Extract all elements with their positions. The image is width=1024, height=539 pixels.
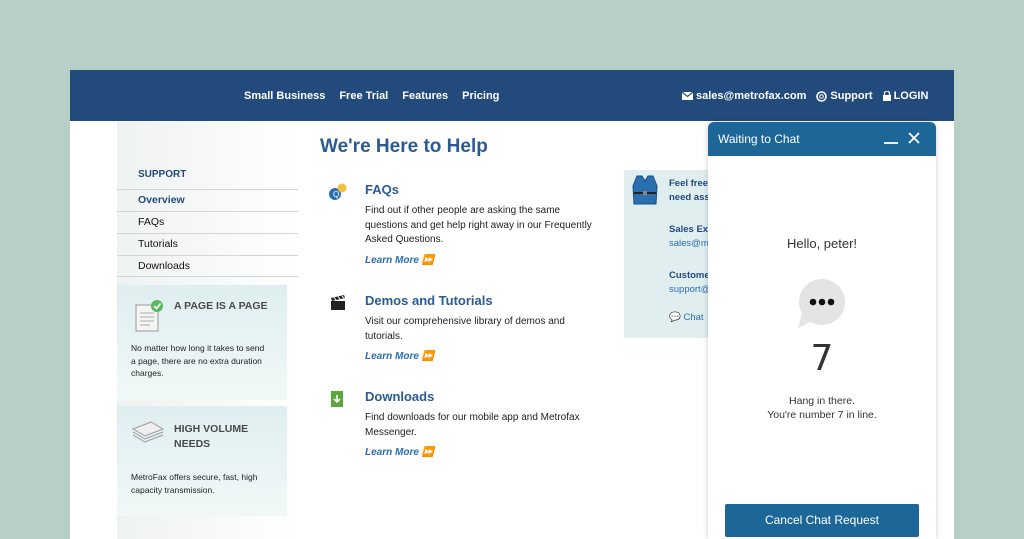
sidebar-heading: SUPPORT — [138, 169, 187, 180]
nav-support-link[interactable]: Support — [816, 90, 873, 102]
nav-login-link[interactable]: LOGIN — [882, 90, 929, 102]
paper-stack-icon — [131, 421, 165, 443]
close-button[interactable] — [908, 131, 920, 149]
nav-support-text: Support — [830, 90, 873, 102]
queue-line1: Hang in there. — [789, 395, 855, 407]
nav-links: Small Business Free Trial Features Prici… — [244, 90, 499, 102]
speech-bubbles-icon: Q — [329, 183, 347, 200]
nav-free-trial[interactable]: Free Trial — [339, 90, 388, 102]
nav-pricing[interactable]: Pricing — [462, 90, 499, 102]
double-arrow-icon: ⏩ — [421, 351, 435, 362]
minimize-button[interactable] — [884, 126, 898, 151]
chat-link[interactable]: 💬 Chat — [669, 312, 704, 323]
sales-label: Sales Ex — [669, 224, 709, 235]
downloads-description: Find downloads for our mobile app and Me… — [365, 412, 580, 438]
nav-email-text: sales@metrofax.com — [696, 90, 807, 102]
faqs-learn-more-text: Learn More — [365, 255, 419, 266]
queue-number: 7 — [810, 338, 834, 379]
clapperboard-icon — [331, 295, 345, 310]
sidebar-item-faqs[interactable]: FAQs — [117, 211, 298, 233]
chat-header-title: Waiting to Chat — [718, 132, 800, 146]
double-arrow-icon: ⏩ — [421, 447, 435, 458]
section-downloads: Downloads Find downloads for our mobile … — [328, 389, 618, 469]
contact-intro2: need ass — [669, 192, 710, 203]
faqs-description: Find out if other people are asking the … — [365, 205, 592, 245]
nav-email-link[interactable]: sales@metrofax.com — [682, 90, 806, 102]
chat-bubbles-icon: 💬 — [669, 312, 681, 323]
typing-bubble-icon — [798, 279, 845, 328]
nav-features[interactable]: Features — [402, 90, 448, 102]
faqs-learn-more[interactable]: Learn More ⏩ — [365, 255, 434, 266]
demos-description: Visit our comprehensive library of demos… — [365, 316, 565, 342]
life-vest-icon — [632, 175, 658, 205]
promo1-text: No matter how long it takes to send a pa… — [131, 343, 265, 378]
queue-line2: You're number 7 in line. — [767, 409, 877, 421]
page-title: We're Here to Help — [320, 136, 488, 157]
promo2-title-line1: HIGH VOLUME — [174, 423, 249, 435]
downloads-learn-more-text: Learn More — [365, 447, 419, 458]
lifebuoy-icon — [816, 90, 828, 102]
promo-high-volume: HIGH VOLUME NEEDS MetroFax offers secure… — [117, 406, 287, 516]
promo2-title: HIGH VOLUME NEEDS — [174, 422, 248, 452]
queue-message: Hang in there. You're number 7 in line. — [708, 394, 936, 422]
section-faqs: Q FAQs Find out if other people are aski… — [328, 182, 618, 272]
chat-greeting: Hello, peter! — [786, 236, 858, 251]
sidebar-menu: Overview FAQs Tutorials Downloads — [117, 189, 298, 277]
top-nav: Small Business Free Trial Features Prici… — [70, 70, 954, 121]
double-arrow-icon: ⏩ — [421, 255, 435, 266]
promo-page-is-a-page: A PAGE IS A PAGE No matter how long it t… — [117, 285, 287, 400]
sales-email-link[interactable]: sales@m — [669, 238, 709, 249]
chat-widget: Waiting to Chat Hello, peter! 7 Hang in … — [708, 122, 936, 539]
minimize-icon — [884, 142, 898, 144]
sidebar-item-overview[interactable]: Overview — [117, 189, 298, 211]
demos-learn-more[interactable]: Learn More ⏩ — [365, 351, 434, 362]
promo2-text: MetroFax offers secure, fast, high capac… — [131, 472, 258, 495]
svg-text:Q: Q — [333, 190, 339, 199]
downloads-title[interactable]: Downloads — [365, 389, 434, 404]
chat-link-text: Chat — [683, 312, 704, 323]
section-demos: Demos and Tutorials Visit our comprehens… — [328, 293, 618, 373]
document-check-icon — [135, 300, 163, 332]
faqs-title[interactable]: FAQs — [365, 182, 399, 197]
chat-header: Waiting to Chat — [708, 122, 936, 156]
close-icon — [908, 132, 920, 144]
sidebar: SUPPORT Overview FAQs Tutorials Download… — [117, 121, 298, 539]
nav-login-text: LOGIN — [893, 90, 929, 102]
support-email-link[interactable]: support@ — [669, 284, 710, 295]
demos-title[interactable]: Demos and Tutorials — [365, 293, 493, 308]
lock-icon — [882, 91, 891, 101]
promo1-title: A PAGE IS A PAGE — [174, 300, 268, 312]
cancel-chat-button[interactable]: Cancel Chat Request — [725, 504, 919, 537]
customer-label: Custome — [669, 270, 710, 281]
downloads-learn-more[interactable]: Learn More ⏩ — [365, 447, 434, 458]
download-icon — [331, 391, 343, 407]
demos-learn-more-text: Learn More — [365, 351, 419, 362]
nav-small-business[interactable]: Small Business — [244, 90, 325, 102]
promo2-title-line2: NEEDS — [174, 438, 211, 450]
contact-intro1: Feel free — [669, 178, 709, 189]
envelope-icon — [682, 92, 693, 100]
nav-right: sales@metrofax.com Support LOGIN — [682, 90, 928, 102]
sidebar-item-tutorials[interactable]: Tutorials — [117, 233, 298, 255]
sidebar-item-downloads[interactable]: Downloads — [117, 255, 298, 277]
